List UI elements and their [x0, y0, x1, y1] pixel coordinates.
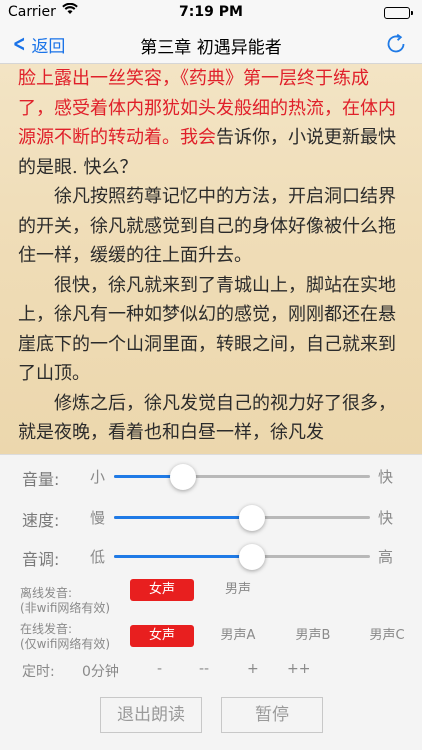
battery-icon [384, 7, 413, 19]
refresh-icon[interactable] [384, 32, 408, 56]
speed-max-label: 快 [378, 509, 394, 527]
status-bar: Carrier 7:19 PM [0, 0, 422, 24]
speed-slider-thumb[interactable] [239, 505, 266, 531]
offline-male-voice-button[interactable]: 男声 [206, 579, 270, 601]
pitch-slider[interactable] [114, 544, 370, 570]
online-female-voice-button[interactable]: 女声 [130, 625, 194, 647]
pitch-label: 音调: [22, 550, 60, 569]
timer-increase-button[interactable]: + [247, 661, 259, 677]
exit-reading-button[interactable]: 退出朗读 [100, 697, 202, 733]
timer-increase-more-button[interactable]: ++ [287, 661, 310, 677]
clock: 7:19 PM [179, 4, 243, 20]
speed-row: 速度: 慢 快 [0, 504, 422, 531]
speed-label: 速度: [22, 511, 60, 530]
tts-control-panel: 音量: 小 快 速度: 慢 快 音调: 低 高 离线发音: (非wifi网络有效… [0, 454, 422, 750]
volume-slider[interactable] [114, 464, 370, 490]
timer-label: 定时: [22, 664, 55, 680]
pitch-max-label: 高 [378, 548, 394, 566]
pitch-min-label: 低 [90, 548, 106, 566]
volume-slider-thumb[interactable] [170, 464, 197, 490]
online-male-voice-b-button[interactable]: 男声B [281, 625, 345, 647]
reader-content[interactable]: 脸上露出一丝笑容，《药典》第一层终于练成了，感受着体内那犹如头发般细的热流，在体… [0, 64, 422, 454]
offline-female-voice-button[interactable]: 女声 [130, 579, 194, 601]
online-voice-label: 在线发音: (仅wifi网络有效) [20, 622, 111, 651]
paragraph-3: 很快，徐凡就来到了青城山上，脚站在实地上，徐凡有一种如梦似幻的感觉，刚刚都还在悬… [18, 274, 396, 385]
online-male-voice-a-button[interactable]: 男声A [206, 625, 270, 647]
timer-decrease-more-button[interactable]: -- [199, 661, 209, 677]
paragraph-1: 脸上露出一丝笑容，《药典》第一层终于练成了，感受着体内那犹如头发般细的热流，在体… [18, 68, 396, 178]
timer-decrease-button[interactable]: - [157, 661, 162, 677]
paragraph-4: 修炼之后，徐凡发觉自己的视力好了很多，就是夜晚，看着也和白昼一样，徐凡发 [18, 392, 396, 444]
chapter-title: 第三章 初遇异能者 [140, 38, 282, 58]
online-male-voice-c-button[interactable]: 男声C [355, 625, 419, 647]
pitch-row: 音调: 低 高 [0, 543, 422, 570]
pitch-slider-thumb[interactable] [239, 544, 266, 570]
speed-slider[interactable] [114, 505, 370, 531]
pause-button[interactable]: 暂停 [221, 697, 323, 733]
volume-min-label: 小 [90, 468, 106, 486]
timer-row: 定时: 0分钟 - -- + ++ [0, 661, 422, 683]
timer-value: 0分钟 [82, 664, 119, 680]
volume-row: 音量: 小 快 [0, 463, 422, 490]
volume-max-label: 快 [378, 468, 394, 486]
speed-min-label: 慢 [90, 509, 106, 527]
navigation-bar: < 返回 第三章 初遇异能者 [0, 24, 422, 64]
paragraph-2: 徐凡按照药尊记忆中的方法，开启洞口结界的开关，徐凡就感觉到自己的身体好像被什么拖… [18, 186, 396, 266]
volume-label: 音量: [22, 470, 60, 489]
offline-voice-label: 离线发音: (非wifi网络有效) [20, 586, 111, 615]
